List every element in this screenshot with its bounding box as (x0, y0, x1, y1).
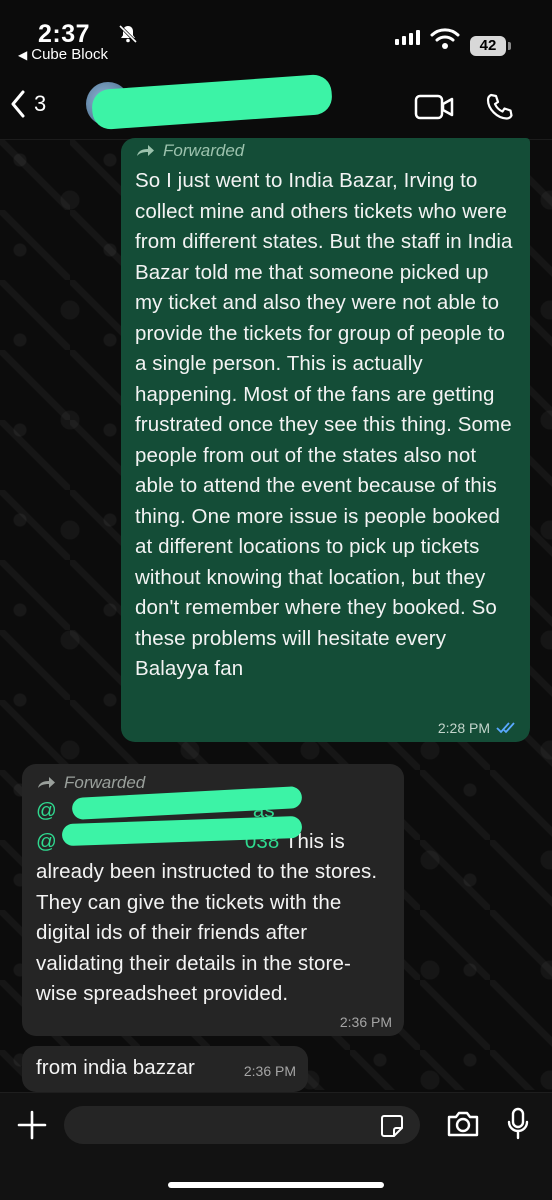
message-bubble-incoming[interactable]: Forwarded @ as @038 This is already been … (22, 764, 404, 1036)
video-call-icon[interactable] (414, 94, 454, 120)
back-button[interactable]: 3 (10, 90, 46, 118)
message-input[interactable] (64, 1106, 420, 1144)
message-bubble-outgoing[interactable]: Forwarded So I just went to India Bazar,… (121, 138, 530, 742)
carrier[interactable]: ◀ Cube Block (18, 46, 108, 63)
back-arrow-icon: ◀ (18, 47, 28, 62)
status-bar: 2:37 ◀ Cube Block 42 (0, 0, 552, 70)
mention-2[interactable]: @ (36, 830, 57, 853)
message-time: 2:36 PM (339, 1014, 392, 1030)
chat-header: 3 (0, 70, 552, 140)
cellular-signal-icon (395, 30, 420, 45)
wifi-icon (430, 28, 460, 49)
bell-off-icon (118, 24, 138, 44)
message-text: So I just went to India Bazar, Irving to… (135, 169, 513, 680)
message-meta: 2:28 PM (438, 720, 518, 736)
unread-count: 3 (34, 91, 47, 116)
forward-arrow-icon (137, 145, 154, 156)
redaction-mark (90, 73, 334, 131)
message-meta: 2:36 PM (340, 1014, 392, 1030)
battery-level: 42 (470, 36, 506, 56)
forwarded-indicator: Forwarded (135, 138, 516, 164)
home-indicator[interactable] (168, 1182, 384, 1188)
message-bubble-incoming[interactable]: from india bazzar 2:36 PM (22, 1046, 308, 1092)
status-time: 2:37 (38, 20, 91, 48)
read-receipt-icon (496, 722, 515, 734)
message-body: This is already been instructed to the s… (36, 829, 378, 1006)
forwarded-label: Forwarded (64, 773, 146, 792)
plus-icon[interactable] (16, 1109, 48, 1141)
microphone-icon[interactable] (506, 1107, 530, 1141)
message-time: 2:36 PM (243, 1063, 296, 1079)
sticker-icon[interactable] (380, 1114, 404, 1138)
mention-1[interactable]: @ (36, 799, 57, 822)
forward-arrow-icon (38, 777, 55, 788)
message-meta: 2:36 PM (244, 1063, 296, 1079)
forwarded-label: Forwarded (163, 141, 245, 160)
message-time: 2:28 PM (437, 720, 490, 736)
chevron-left-icon (11, 90, 25, 118)
battery-tip (508, 42, 511, 50)
phone-icon[interactable] (484, 92, 514, 122)
carrier-label: Cube Block (31, 46, 108, 63)
camera-icon[interactable] (446, 1110, 480, 1138)
